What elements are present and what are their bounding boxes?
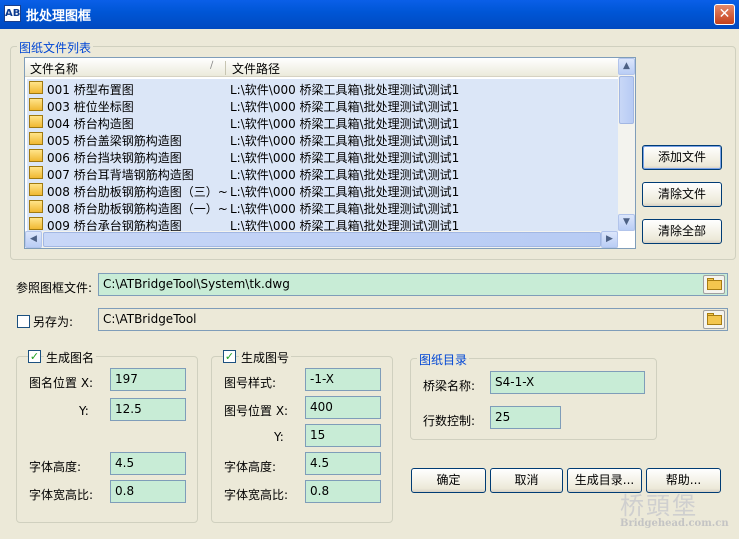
number-style-input[interactable]: -1-X [305, 368, 381, 391]
rows-control-label: 行数控制: [423, 414, 476, 428]
add-file-button[interactable]: 添加文件 [642, 145, 722, 170]
name-pos-y-input[interactable]: 12.5 [110, 398, 186, 421]
watermark: 桥頭堡 Bridgehead.com.cn [620, 486, 729, 529]
ref-frame-browse-button[interactable] [703, 275, 725, 294]
drawing-file-icon [29, 81, 43, 94]
column-separator[interactable] [225, 61, 226, 75]
file-list-row[interactable]: 004 桥台构造图 L:\软件\000 桥梁工具箱\批处理测试\测试1 [27, 113, 618, 131]
file-list-header: 文件名称 ∕ 文件路径 [25, 58, 618, 77]
name-font-height-label: 字体高度: [29, 460, 82, 474]
drawing-file-icon [29, 217, 43, 230]
drawing-file-icon [29, 132, 43, 145]
number-style-label: 图号样式: [224, 376, 277, 390]
number-pos-x-label: 图号位置 X: [224, 404, 289, 418]
watermark-logo: 桥頭堡 [620, 492, 698, 520]
save-as-browse-button[interactable] [703, 310, 725, 329]
file-list-view[interactable]: 文件名称 ∕ 文件路径 001 桥型布置图 L:\软件\000 桥梁工具箱\批处理… [24, 57, 636, 249]
save-as-label: 另存为: [33, 315, 74, 329]
drawing-file-icon [29, 115, 43, 128]
file-list-row[interactable]: 001 桥型布置图 L:\软件\000 桥梁工具箱\批处理测试\测试1 [27, 79, 618, 97]
file-list-row[interactable]: 008 桥台肋板钢筋构造图（三）~ L:\软件\000 桥梁工具箱\批处理测试\测… [27, 181, 618, 199]
scroll-down-button[interactable]: ▼ [618, 214, 635, 231]
drawing-file-icon [29, 149, 43, 162]
rows-control-input[interactable]: 25 [490, 406, 561, 429]
clear-all-button[interactable]: 清除全部 [642, 219, 722, 244]
ref-frame-label: 参照图框文件: [16, 281, 93, 295]
watermark-url: Bridgehead.com.cn [620, 518, 729, 529]
close-button[interactable]: ✕ [714, 4, 735, 25]
vertical-scroll-thumb[interactable] [619, 76, 634, 124]
number-pos-y-input[interactable]: 15 [305, 424, 381, 447]
drawing-file-icon [29, 98, 43, 111]
file-list-row[interactable]: 005 桥台盖梁钢筋构造图 L:\软件\000 桥梁工具箱\批处理测试\测试1 [27, 130, 618, 148]
scroll-up-button[interactable]: ▲ [618, 58, 635, 75]
window-title: 批处理图框 [26, 9, 92, 24]
gen-name-checkbox[interactable]: ✓ [28, 350, 41, 363]
name-pos-x-input[interactable]: 197 [110, 368, 186, 391]
column-header-name[interactable]: 文件名称 [30, 60, 78, 77]
name-pos-x-label: 图名位置 X: [29, 376, 94, 390]
file-list-group-title: 图纸文件列表 [17, 39, 94, 56]
catalog-group-title: 图纸目录 [417, 351, 470, 368]
name-font-height-input[interactable]: 4.5 [110, 452, 186, 475]
file-list-row[interactable]: 006 桥台挡块钢筋构造图 L:\软件\000 桥梁工具箱\批处理测试\测试1 [27, 147, 618, 165]
ok-button[interactable]: 确定 [411, 468, 486, 493]
vertical-scrollbar[interactable]: ▲ ▼ [618, 58, 635, 231]
number-font-ratio-input[interactable]: 0.8 [305, 480, 381, 503]
number-font-ratio-label: 字体宽高比: [224, 488, 289, 502]
file-list-row[interactable]: 007 桥台耳背墙钢筋构造图 L:\软件\000 桥梁工具箱\批处理测试\测试1 [27, 164, 618, 182]
file-list-row[interactable]: 003 桩位坐标图 L:\软件\000 桥梁工具箱\批处理测试\测试1 [27, 96, 618, 114]
save-as-field[interactable]: C:\ATBridgeTool [98, 308, 728, 331]
number-pos-y-label: Y: [274, 430, 284, 444]
save-as-checkbox[interactable] [17, 315, 30, 328]
sort-indicator-icon: ∕ [210, 60, 214, 71]
name-pos-y-label: Y: [79, 404, 89, 418]
cancel-button[interactable]: 取消 [490, 468, 563, 493]
ref-frame-field[interactable]: C:\ATBridgeTool\System\tk.dwg [98, 273, 728, 296]
drawing-file-icon [29, 200, 43, 213]
number-pos-x-input[interactable]: 400 [305, 396, 381, 419]
gen-number-title: 生成图号 [239, 349, 292, 366]
batch-frame-dialog: AB 批处理图框 ✕ 图纸文件列表 文件名称 ∕ 文件路径 001 桥型布置图 L… [0, 0, 739, 539]
drawing-file-icon [29, 183, 43, 196]
bridge-name-input[interactable]: S4-1-X [490, 371, 645, 394]
scroll-right-button[interactable]: ▶ [601, 231, 618, 248]
gen-name-title: 生成图名 [44, 349, 97, 366]
bridge-name-label: 桥梁名称: [423, 379, 476, 393]
number-font-height-label: 字体高度: [224, 460, 277, 474]
app-icon: AB [4, 5, 21, 22]
clear-file-button[interactable]: 清除文件 [642, 182, 722, 207]
horizontal-scroll-thumb[interactable] [43, 232, 601, 247]
number-font-height-input[interactable]: 4.5 [305, 452, 381, 475]
gen-number-checkbox[interactable]: ✓ [223, 350, 236, 363]
file-list-row[interactable]: 009 桥台承台钢筋构造图 L:\软件\000 桥梁工具箱\批处理测试\测试1 [27, 215, 618, 233]
drawing-file-icon [29, 166, 43, 179]
scroll-left-button[interactable]: ◀ [25, 231, 42, 248]
name-font-ratio-input[interactable]: 0.8 [110, 480, 186, 503]
file-list-row[interactable]: 008 桥台肋板钢筋构造图（一）~ L:\软件\000 桥梁工具箱\批处理测试\测… [27, 198, 618, 216]
horizontal-scrollbar[interactable]: ◀ ▶ [25, 231, 618, 248]
name-font-ratio-label: 字体宽高比: [29, 488, 94, 502]
title-bar[interactable]: AB 批处理图框 ✕ [0, 0, 739, 29]
column-header-path[interactable]: 文件路径 [232, 60, 280, 77]
